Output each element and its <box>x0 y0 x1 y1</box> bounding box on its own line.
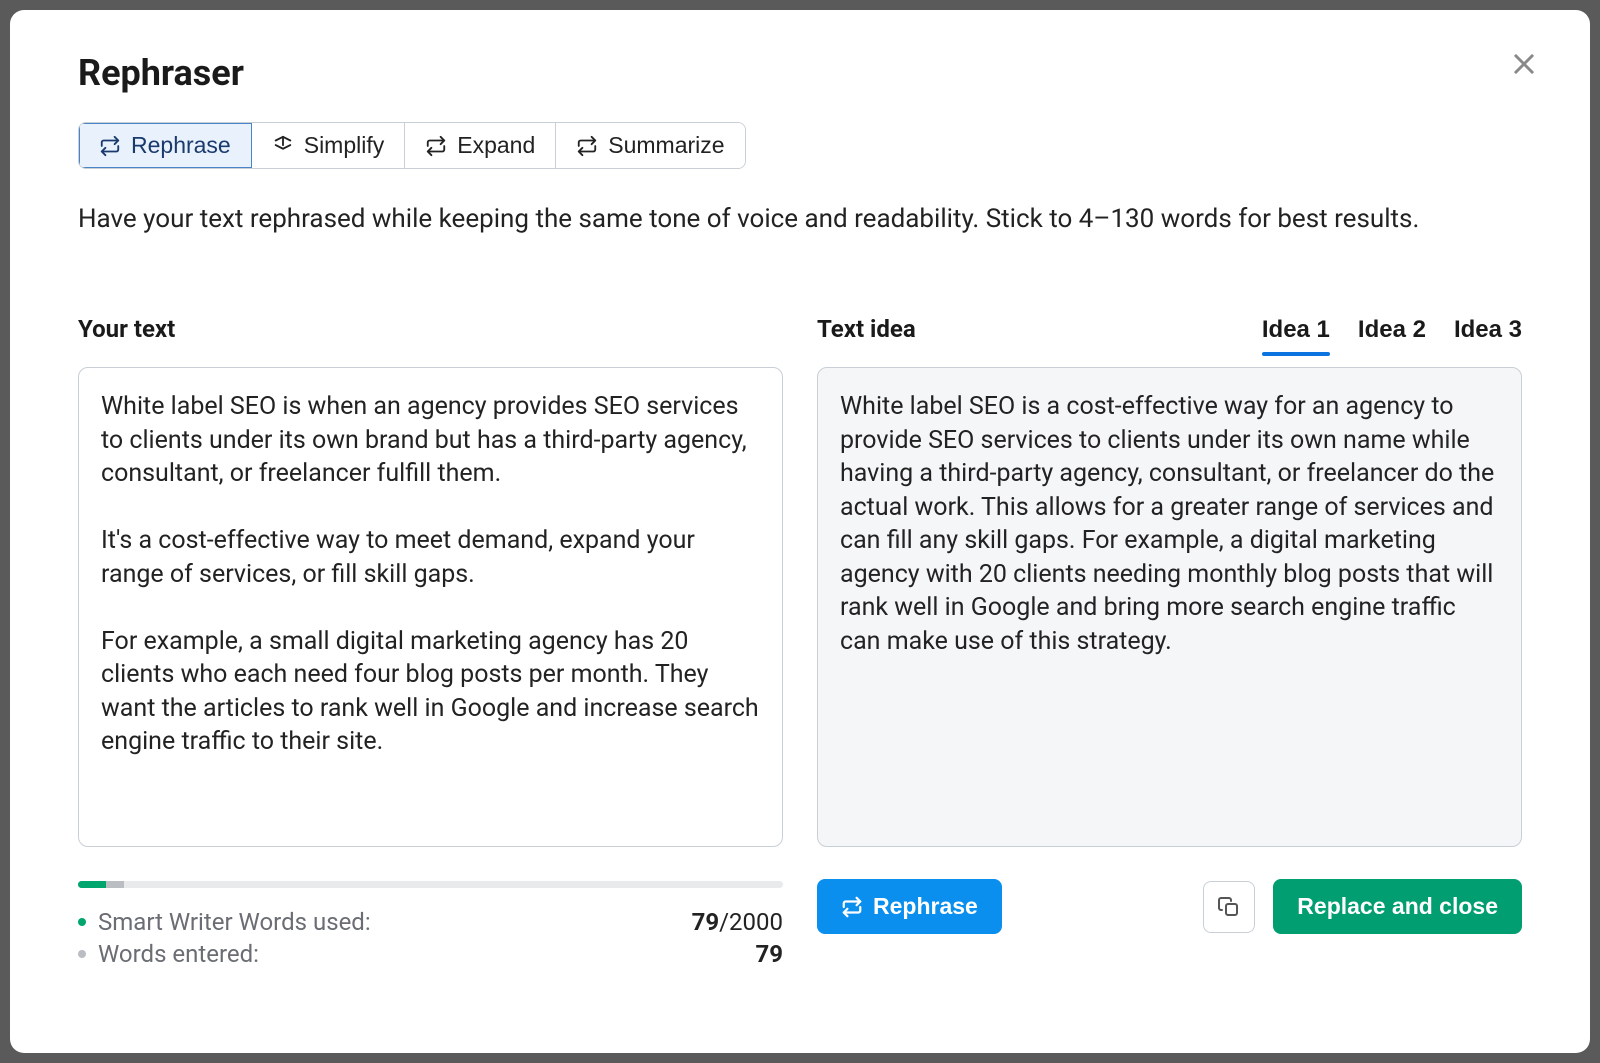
legend-dot-green <box>78 918 86 926</box>
idea-tab-3[interactable]: Idea 3 <box>1454 316 1522 354</box>
tab-simplify[interactable]: Simplify <box>252 123 406 168</box>
stat-label: Words entered: <box>98 940 259 968</box>
mode-description: Have your text rephrased while keeping t… <box>78 201 1522 237</box>
idea-tabs: Idea 1 Idea 2 Idea 3 <box>1262 316 1522 354</box>
copy-icon <box>1217 895 1241 919</box>
input-textarea[interactable]: White label SEO is when an agency provid… <box>78 367 783 847</box>
output-label: Text idea <box>817 315 916 343</box>
word-usage-bar <box>78 881 783 888</box>
tab-rephrase[interactable]: Rephrase <box>79 123 252 168</box>
rephrase-icon <box>99 135 121 157</box>
input-label: Your text <box>78 315 175 343</box>
tab-label: Summarize <box>608 132 724 159</box>
input-column: Your text White label SEO is when an age… <box>78 315 783 970</box>
button-label: Replace and close <box>1297 893 1498 920</box>
modal-title: Rephraser <box>78 52 1522 94</box>
output-column: Text idea Idea 1 Idea 2 Idea 3 White lab… <box>817 315 1522 970</box>
stat-row-words-entered: Words entered: 79 <box>78 938 783 970</box>
smart-writer-segment <box>78 881 106 888</box>
rephrase-icon <box>841 896 863 918</box>
stat-value: 79/2000 <box>692 908 783 936</box>
output-textbox: White label SEO is a cost-effective way … <box>817 367 1522 847</box>
summarize-icon <box>576 135 598 157</box>
replace-and-close-button[interactable]: Replace and close <box>1273 879 1522 934</box>
close-button[interactable] <box>1506 46 1542 82</box>
stat-row-smart-writer: Smart Writer Words used: 79/2000 <box>78 906 783 938</box>
tab-expand[interactable]: Expand <box>405 123 556 168</box>
stat-value: 79 <box>755 940 783 968</box>
idea-tab-1[interactable]: Idea 1 <box>1262 316 1330 354</box>
expand-icon <box>425 135 447 157</box>
button-label: Rephrase <box>873 893 978 920</box>
tab-label: Rephrase <box>131 132 231 159</box>
legend-dot-grey <box>78 950 86 958</box>
copy-button[interactable] <box>1203 881 1255 933</box>
simplify-icon <box>272 135 294 157</box>
tab-summarize[interactable]: Summarize <box>556 123 744 168</box>
stat-label: Smart Writer Words used: <box>98 908 371 936</box>
close-icon <box>1510 50 1538 78</box>
rephraser-modal: Rephraser Rephrase Simplify Expand Summa… <box>10 10 1590 1053</box>
tab-label: Expand <box>457 132 535 159</box>
idea-tab-2[interactable]: Idea 2 <box>1358 316 1426 354</box>
mode-tab-bar: Rephrase Simplify Expand Summarize <box>78 122 746 169</box>
word-stats: Smart Writer Words used: 79/2000 Words e… <box>78 906 783 970</box>
rephrase-button[interactable]: Rephrase <box>817 879 1002 934</box>
tab-label: Simplify <box>304 132 385 159</box>
